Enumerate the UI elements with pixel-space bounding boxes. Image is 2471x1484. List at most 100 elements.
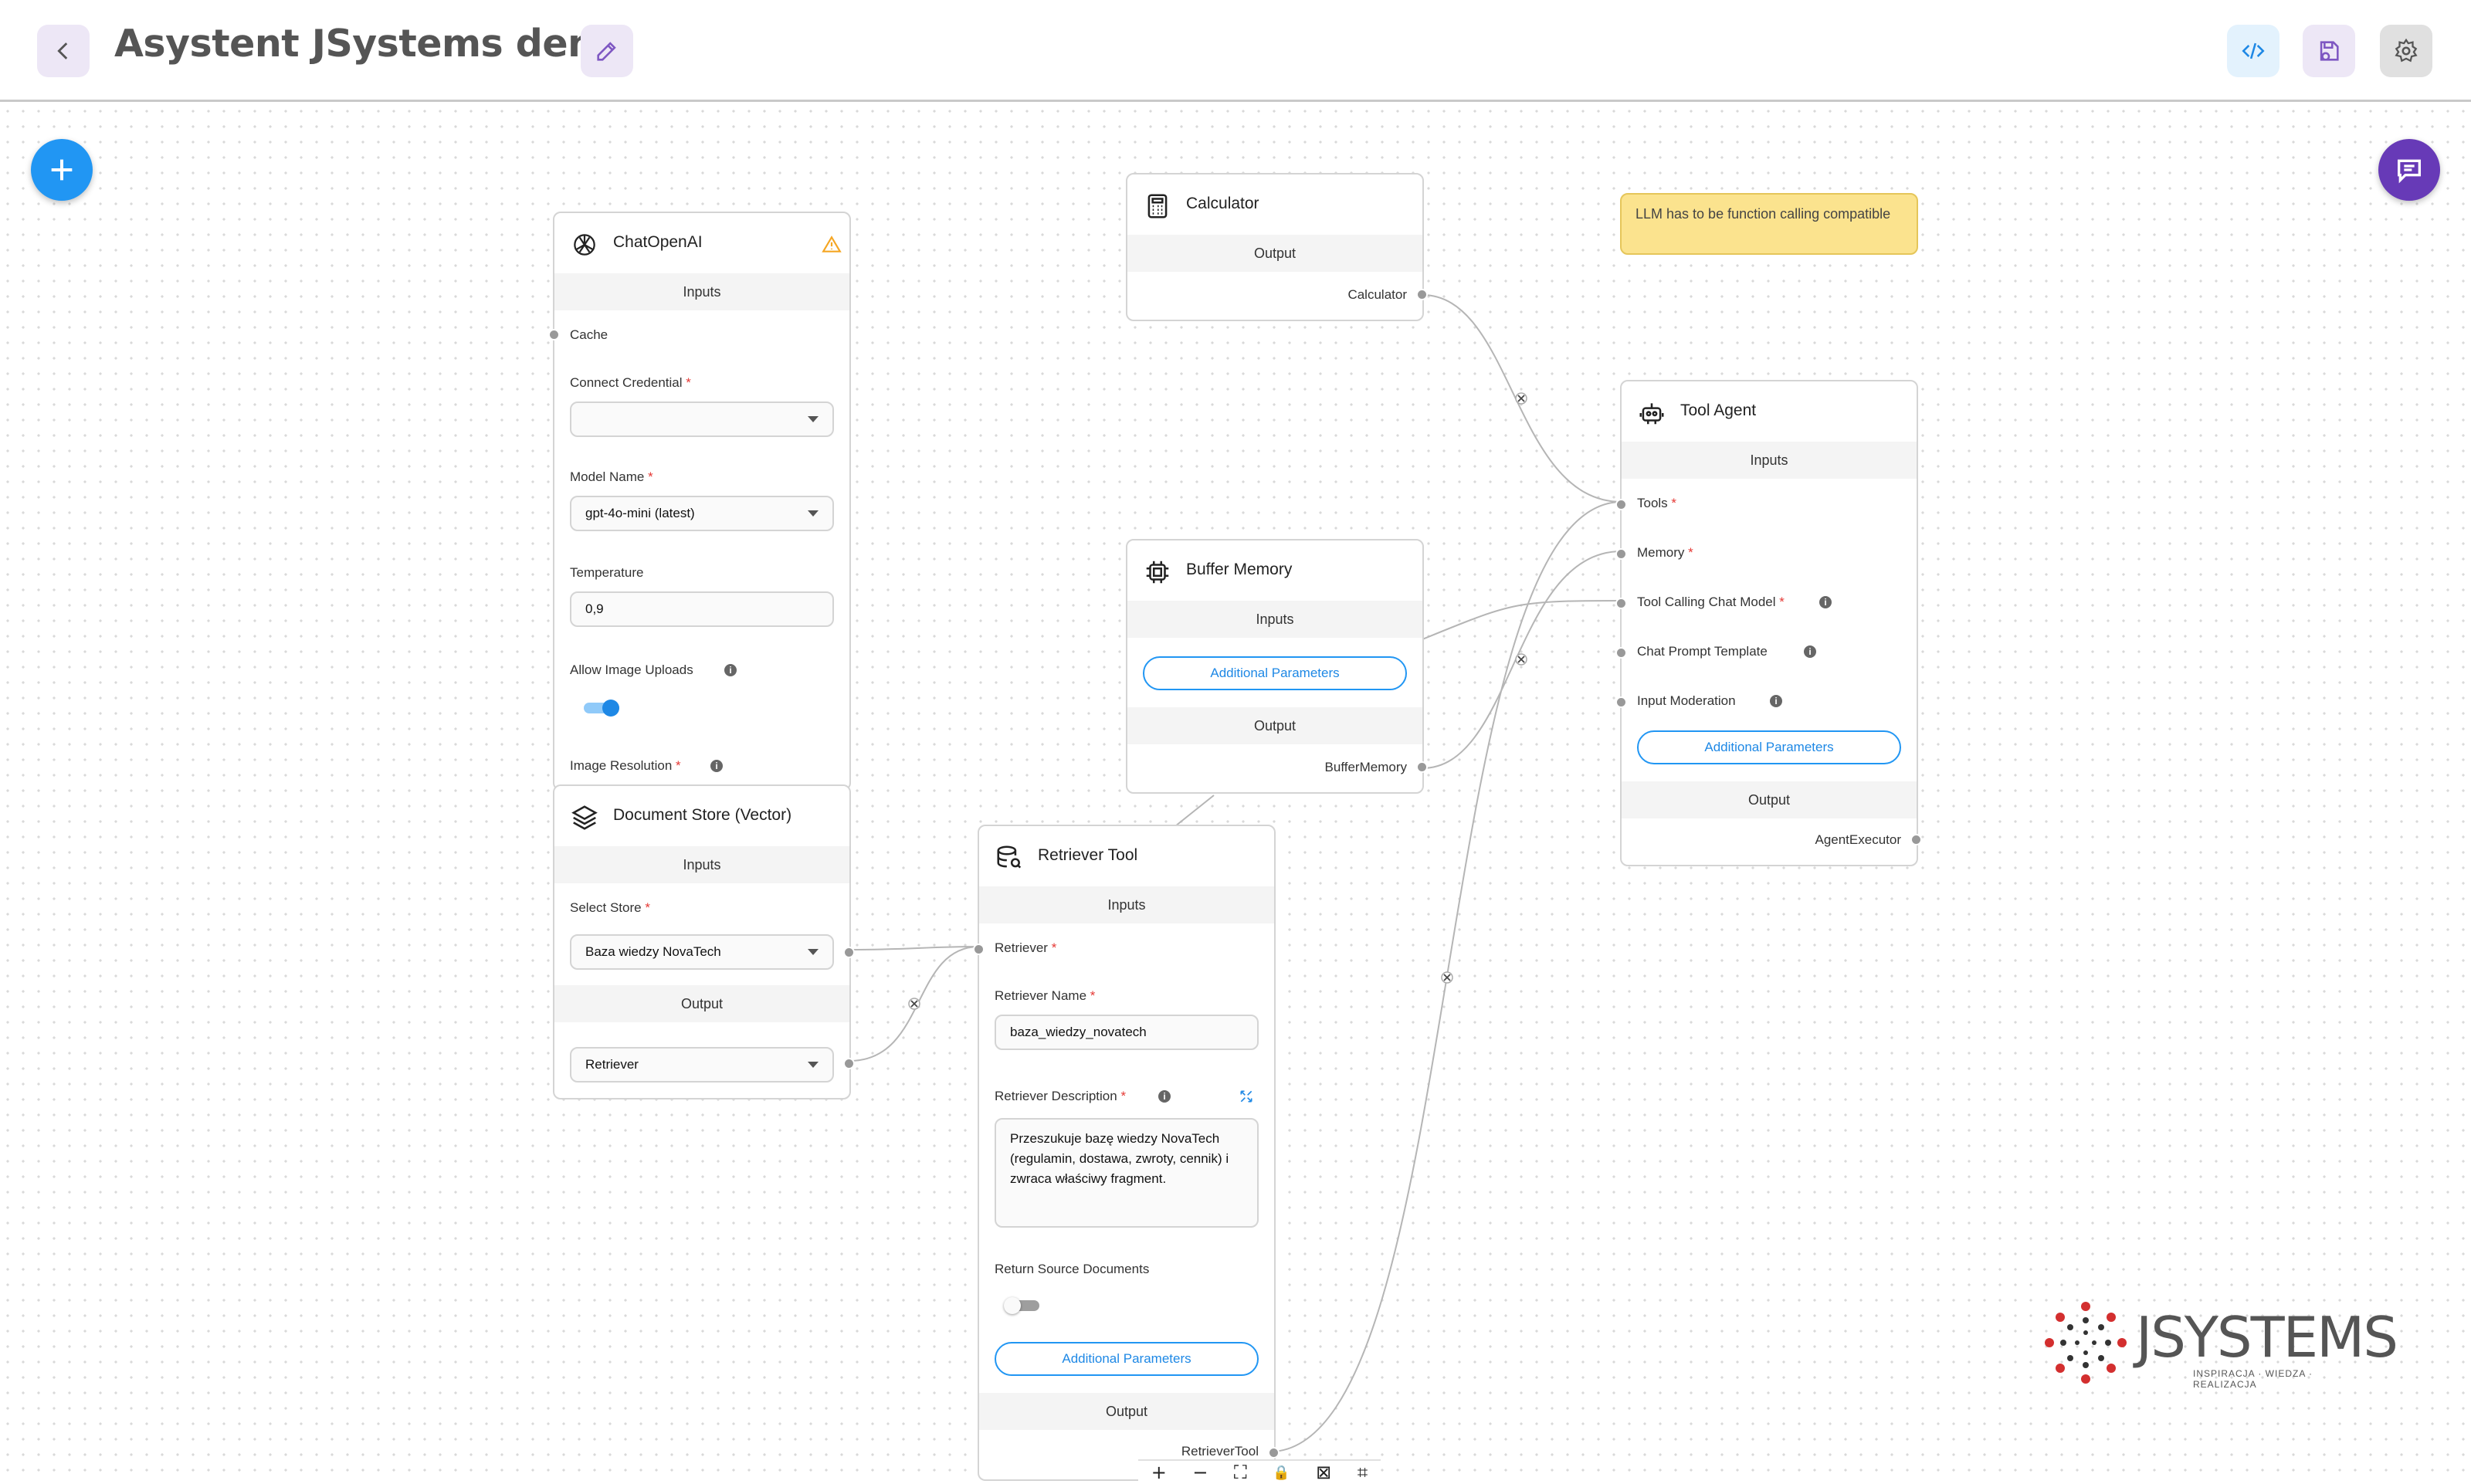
add-node-button[interactable] <box>31 139 93 201</box>
temperature-input[interactable]: 0,9 <box>570 591 834 627</box>
cache-handle[interactable] <box>548 329 560 341</box>
image-resolution-label: Image Resolution * <box>570 758 681 773</box>
snap-grid-icon[interactable]: ⌗ <box>1358 1462 1368 1483</box>
chat-icon <box>2398 159 2421 184</box>
memory-handle[interactable] <box>1615 548 1627 560</box>
store-select[interactable]: Baza wiedzy NovaTech <box>570 934 834 970</box>
minimap-icon[interactable]: ⊠ <box>1316 1462 1331 1483</box>
chevron-down-icon <box>808 416 819 422</box>
model-label: Model Name * <box>570 469 653 484</box>
output-band: Output <box>1127 235 1422 272</box>
info-icon[interactable]: i <box>1770 695 1782 707</box>
canvas-controls: + − ⛶ 🔒 ⊠ ⌗ <box>1138 1459 1381 1484</box>
warning-icon[interactable] <box>822 235 842 255</box>
output-label: BufferMemory <box>1324 760 1407 774</box>
retriever-label: Retriever * <box>995 940 1057 955</box>
calculator-icon <box>1143 191 1172 221</box>
select-store-label: Select Store * <box>570 900 650 915</box>
prompt-template-handle[interactable] <box>1615 647 1627 659</box>
image-uploads-toggle[interactable] <box>584 700 619 717</box>
retriever-description-input[interactable]: Przeszukuje bazę wiedzy NovaTech (regula… <box>995 1118 1259 1228</box>
cache-label: Cache <box>570 327 608 342</box>
select-store-handle[interactable] <box>843 947 855 958</box>
return-source-label: Return Source Documents <box>995 1262 1150 1276</box>
node-title: Calculator <box>1186 195 1259 212</box>
output-select[interactable]: Retriever <box>570 1047 834 1083</box>
output-label: RetrieverTool <box>1181 1444 1259 1459</box>
output-handle[interactable] <box>1910 834 1922 845</box>
model-select[interactable]: gpt-4o-mini (latest) <box>570 496 834 531</box>
node-header: Tool Agent <box>1622 381 1917 443</box>
additional-parameters-button[interactable]: Additional Parameters <box>995 1342 1259 1376</box>
output-label: AgentExecutor <box>1815 832 1901 847</box>
logo-tagline: INSPIRACJA · WIEDZA · REALIZACJA <box>2193 1368 2313 1390</box>
chat-button[interactable] <box>2378 139 2440 201</box>
output-handle[interactable] <box>1268 1447 1280 1459</box>
output-band: Output <box>979 1393 1274 1430</box>
logo-text: JSYSTEMS <box>2136 1305 2398 1370</box>
credential-label: Connect Credential * <box>570 375 691 390</box>
node-header: Retriever Tool <box>979 826 1274 888</box>
tools-handle[interactable] <box>1615 499 1627 510</box>
calculator-node[interactable]: Calculator Output Calculator <box>1126 173 1428 321</box>
retriever-tool-node[interactable]: Retriever Tool Inputs Retriever * Retrie… <box>973 825 1280 1481</box>
node-title: Buffer Memory <box>1186 561 1293 578</box>
additional-parameters-button[interactable]: Additional Parameters <box>1637 730 1901 764</box>
node-title: Document Store (Vector) <box>613 806 792 824</box>
edge-buffer-retriever <box>1174 795 1215 827</box>
inputs-band: Inputs <box>1127 601 1422 638</box>
node-header: ChatOpenAI <box>554 213 849 275</box>
chevron-down-icon <box>808 1062 819 1068</box>
moderation-label: Input Moderation <box>1637 693 1736 708</box>
moderation-handle[interactable] <box>1615 696 1627 708</box>
inputs-band: Inputs <box>979 886 1274 923</box>
tool-agent-node[interactable]: Tool Agent Inputs Tools * Memory * Tool … <box>1615 380 1922 866</box>
info-icon[interactable]: i <box>1819 596 1832 608</box>
openai-icon <box>570 230 599 259</box>
output-handle[interactable] <box>843 1058 855 1069</box>
info-icon[interactable]: i <box>710 760 723 772</box>
output-band: Output <box>554 985 849 1022</box>
output-handle[interactable] <box>1416 289 1428 300</box>
retriever-handle[interactable] <box>973 944 985 955</box>
additional-parameters-button[interactable]: Additional Parameters <box>1143 656 1407 690</box>
prompt-template-label: Chat Prompt Template <box>1637 644 1768 659</box>
expand-icon[interactable] <box>1239 1089 1254 1104</box>
chatopenai-node[interactable]: ChatOpenAI Inputs Cache Connect Credenti… <box>548 212 851 791</box>
zoom-out-icon[interactable]: − <box>1192 1462 1208 1483</box>
robot-icon <box>1637 398 1666 428</box>
credential-select[interactable] <box>570 401 834 437</box>
lock-icon[interactable]: 🔒 <box>1273 1465 1290 1481</box>
logo-mark <box>2045 1302 2127 1384</box>
chevron-down-icon <box>808 949 819 955</box>
info-icon[interactable]: i <box>1804 645 1816 658</box>
edge-select-retriever <box>849 946 980 950</box>
return-source-toggle[interactable] <box>1004 1297 1039 1314</box>
info-icon[interactable]: i <box>1158 1090 1171 1103</box>
chevron-down-icon <box>808 510 819 517</box>
fit-view-icon[interactable]: ⛶ <box>1234 1462 1247 1483</box>
chat-model-label: Tool Calling Chat Model * <box>1637 595 1785 609</box>
document-store-node[interactable]: Document Store (Vector) Inputs Select St… <box>553 784 855 1099</box>
image-uploads-label: Allow Image Uploads <box>570 662 693 677</box>
info-icon[interactable]: i <box>724 664 737 676</box>
buffer-memory-node[interactable]: Buffer Memory Inputs Additional Paramete… <box>1126 539 1428 794</box>
retriever-name-input[interactable]: baza_wiedzy_novatech <box>995 1015 1259 1050</box>
output-handle[interactable] <box>1416 761 1428 773</box>
sticky-note[interactable]: LLM has to be function calling compatibl… <box>1620 193 1918 255</box>
node-title: ChatOpenAI <box>613 233 703 251</box>
inputs-band: Inputs <box>554 846 849 883</box>
memory-label: Memory * <box>1637 545 1693 560</box>
inputs-band: Inputs <box>1622 442 1917 479</box>
inputs-band: Inputs <box>554 273 849 310</box>
tools-label: Tools * <box>1637 496 1677 510</box>
retriever-name-label: Retriever Name * <box>995 988 1096 1003</box>
node-header: Document Store (Vector) <box>554 786 849 848</box>
chat-model-handle[interactable] <box>1615 598 1627 609</box>
output-label: Calculator <box>1347 287 1407 302</box>
node-title: Tool Agent <box>1680 401 1757 419</box>
zoom-in-icon[interactable]: + <box>1151 1462 1167 1483</box>
database-search-icon <box>995 843 1024 872</box>
chip-icon <box>1143 557 1172 587</box>
layers-icon <box>570 803 599 832</box>
